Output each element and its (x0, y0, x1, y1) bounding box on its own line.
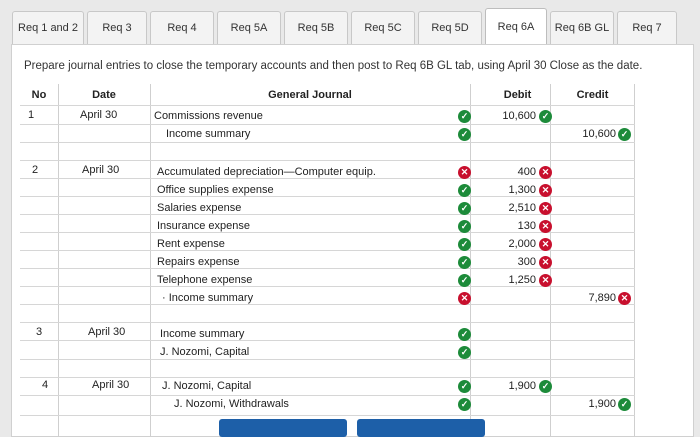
row-divider (20, 415, 635, 416)
row-divider (20, 105, 635, 106)
row-divider (20, 377, 635, 378)
check-icon: ✓ (458, 202, 471, 215)
tab-req-1-and-2[interactable]: Req 1 and 2 (12, 11, 84, 44)
x-icon: ✕ (539, 274, 552, 287)
entry-number: 2 (32, 164, 39, 176)
header-no: No (31, 88, 47, 101)
x-icon: ✕ (539, 184, 552, 197)
check-icon: ✓ (458, 220, 471, 233)
x-icon: ✕ (458, 292, 471, 305)
x-icon: ✕ (539, 220, 552, 233)
check-icon: ✓ (458, 128, 471, 141)
header-general-journal: General Journal (268, 88, 352, 101)
account-cell[interactable]: J. Nozomi, Capital (160, 346, 249, 358)
row-divider (20, 142, 635, 143)
tab-req-5d[interactable]: Req 5D (418, 11, 482, 44)
account-cell[interactable]: Income summary (166, 128, 250, 140)
check-icon: ✓ (458, 380, 471, 393)
journal-table: No Date General Journal Debit Credit 1 A… (20, 84, 635, 437)
account-cell[interactable]: Income summary (160, 328, 244, 340)
debit-cell[interactable]: 400 (490, 166, 536, 178)
check-icon: ✓ (458, 238, 471, 251)
account-cell[interactable]: Accumulated depreciation—Computer equip. (157, 166, 376, 178)
check-icon: ✓ (458, 274, 471, 287)
credit-cell[interactable]: 1,900 (560, 398, 616, 410)
x-icon: ✕ (539, 166, 552, 179)
credit-cell[interactable]: 10,600 (560, 128, 616, 140)
entry-number: 3 (36, 326, 43, 338)
check-icon: ✓ (458, 328, 471, 341)
instruction-text: Prepare journal entries to close the tem… (24, 60, 643, 72)
row-divider (20, 340, 635, 341)
tab-req-5c[interactable]: Req 5C (351, 11, 415, 44)
check-icon: ✓ (618, 128, 631, 141)
check-icon: ✓ (458, 346, 471, 359)
row-divider (20, 395, 635, 396)
account-cell[interactable]: Commissions revenue (154, 110, 263, 122)
tab-req-5a[interactable]: Req 5A (217, 11, 281, 44)
debit-cell[interactable]: 2,000 (490, 238, 536, 250)
check-icon: ✓ (618, 398, 631, 411)
entry-date[interactable]: April 30 (92, 379, 129, 391)
check-icon: ✓ (458, 110, 471, 123)
check-icon: ✓ (539, 110, 552, 123)
header-date: Date (92, 88, 116, 101)
debit-cell[interactable]: 130 (490, 220, 536, 232)
account-cell[interactable]: Salaries expense (157, 202, 241, 214)
check-icon: ✓ (458, 398, 471, 411)
check-icon: ✓ (539, 380, 552, 393)
debit-cell[interactable]: 2,510 (490, 202, 536, 214)
row-divider (20, 359, 635, 360)
tab-req-5b[interactable]: Req 5B (284, 11, 348, 44)
header-debit: Debit (503, 88, 532, 101)
debit-cell[interactable]: 1,300 (490, 184, 536, 196)
debit-cell[interactable]: 1,250 (490, 274, 536, 286)
x-icon: ✕ (618, 292, 631, 305)
check-icon: ✓ (458, 256, 471, 269)
row-divider (20, 160, 635, 161)
tab-bar: Req 1 and 2 Req 3 Req 4 Req 5A Req 5B Re… (0, 0, 700, 45)
previous-button[interactable] (219, 419, 347, 437)
x-icon: ✕ (539, 238, 552, 251)
row-divider (20, 304, 635, 305)
entry-date[interactable]: April 30 (88, 326, 125, 338)
debit-cell[interactable]: 300 (490, 256, 536, 268)
tab-req-6a[interactable]: Req 6A (485, 8, 547, 45)
account-cell[interactable]: Office supplies expense (157, 184, 274, 196)
column-divider (58, 84, 59, 437)
x-icon: ✕ (539, 256, 552, 269)
debit-cell[interactable]: 1,900 (490, 380, 536, 392)
next-button[interactable] (357, 419, 485, 437)
account-cell[interactable]: Insurance expense (157, 220, 250, 232)
account-cell[interactable]: · Income summary (162, 292, 253, 304)
account-cell[interactable]: Rent expense (157, 238, 225, 250)
debit-cell[interactable]: 10,600 (490, 110, 536, 122)
entry-date[interactable]: April 30 (82, 164, 119, 176)
row-divider (20, 322, 635, 323)
account-cell[interactable]: J. Nozomi, Withdrawals (174, 398, 289, 410)
row-divider (20, 124, 635, 125)
tab-req-7[interactable]: Req 7 (617, 11, 677, 44)
entry-number: 4 (42, 379, 49, 391)
x-icon: ✕ (458, 166, 471, 179)
entry-number: 1 (28, 109, 35, 121)
account-cell[interactable]: Telephone expense (157, 274, 252, 286)
check-icon: ✓ (458, 184, 471, 197)
x-icon: ✕ (539, 202, 552, 215)
column-divider (150, 84, 151, 437)
tab-req-6b-gl[interactable]: Req 6B GL (550, 11, 614, 44)
account-cell[interactable]: J. Nozomi, Capital (162, 380, 251, 392)
tab-req-4[interactable]: Req 4 (150, 11, 214, 44)
column-divider (634, 84, 635, 437)
credit-cell[interactable]: 7,890 (560, 292, 616, 304)
account-name: Income summary (168, 292, 254, 304)
account-cell[interactable]: Repairs expense (157, 256, 240, 268)
header-credit: Credit (576, 88, 609, 101)
entry-date[interactable]: April 30 (80, 109, 117, 121)
tab-req-3[interactable]: Req 3 (87, 11, 147, 44)
